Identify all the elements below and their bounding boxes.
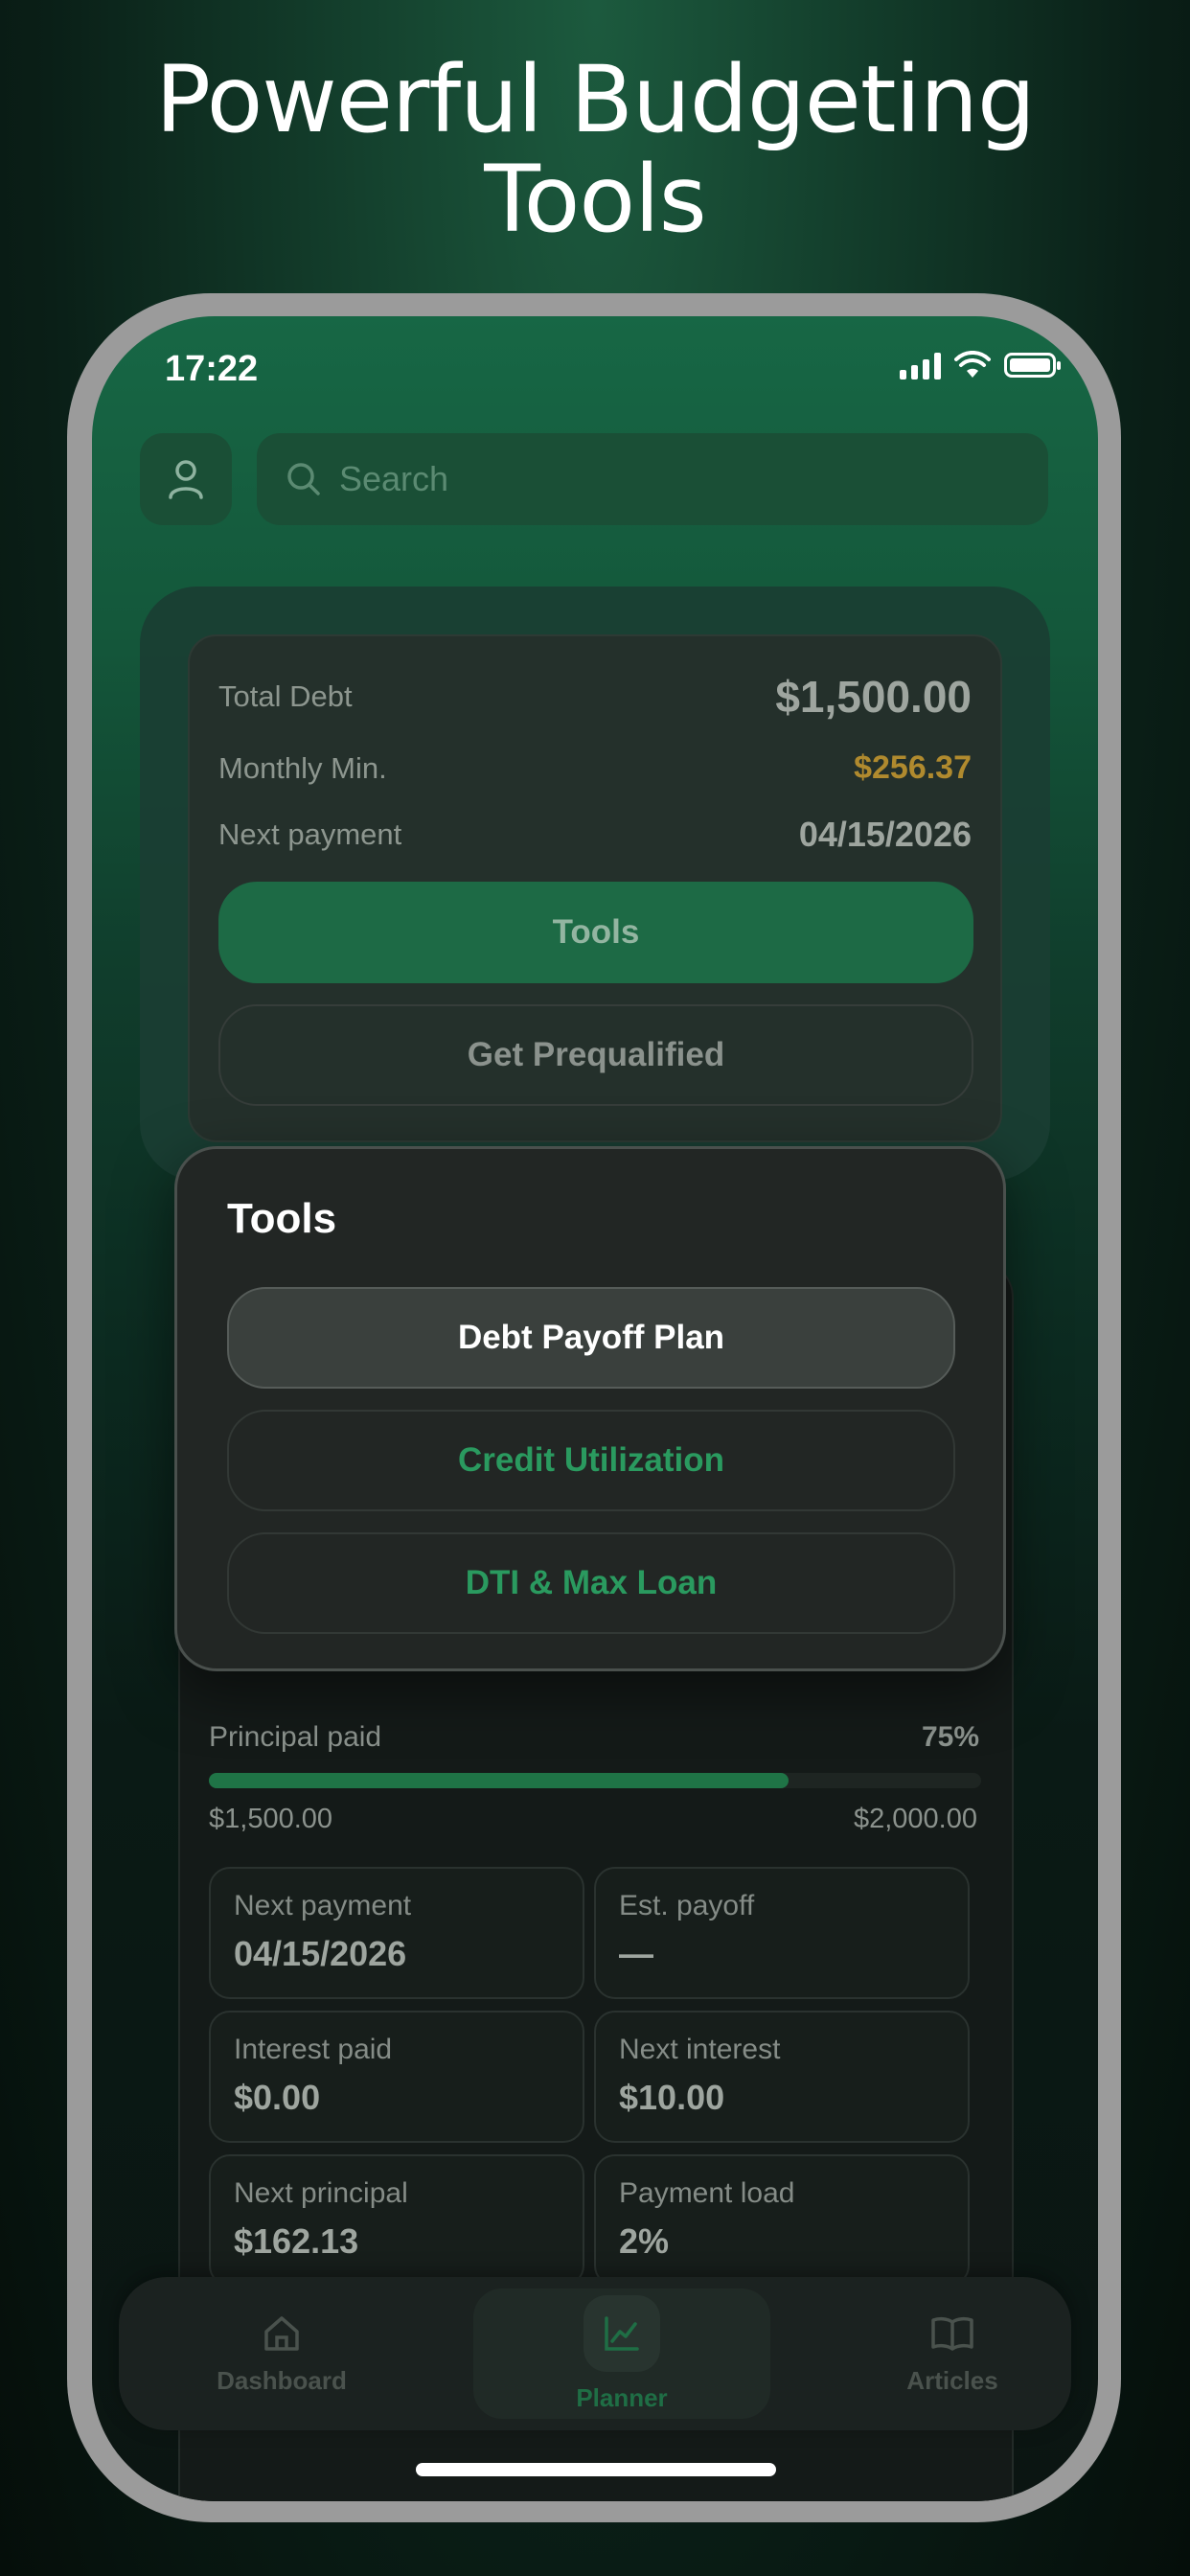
monthly-min-row: Monthly Min. $256.37 [218,749,972,787]
home-indicator[interactable] [416,2463,776,2476]
status-time: 17:22 [165,349,259,389]
tools-button[interactable]: Tools [218,882,973,983]
battery-icon [1004,353,1061,378]
total-debt-value: $1,500.00 [775,672,972,722]
stat-label: Next interest [619,2034,781,2065]
total-debt-row: Total Debt $1,500.00 [218,671,972,723]
next-payment-row: Next payment 04/15/2026 [218,815,972,855]
chart-icon [605,2315,639,2351]
stat-value: $10.00 [619,2078,725,2117]
stat-next-principal: Next principal $162.13 [209,2154,584,2287]
get-prequalified-button[interactable]: Get Prequalified [218,1004,973,1106]
progress-min-value: $1,500.00 [209,1804,333,1834]
monthly-min-value: $256.37 [854,749,972,786]
headline: Powerful Budgeting Tools [0,50,1190,249]
stat-value: 04/15/2026 [234,1934,407,1973]
search-placeholder: Search [339,459,449,498]
credit-utilization-button[interactable]: Credit Utilization [227,1410,955,1511]
debt-payoff-plan-button[interactable]: Debt Payoff Plan [227,1287,955,1389]
tab-articles[interactable]: Articles [857,2277,1048,2430]
stat-next-payment: Next payment 04/15/2026 [209,1867,584,1999]
tools-popup-title: Tools [227,1195,337,1242]
stat-value: $162.13 [234,2221,359,2261]
stat-next-interest: Next interest $10.00 [594,2011,970,2143]
principal-paid-label: Principal paid [209,1721,382,1753]
stat-est-payoff: Est. payoff — [594,1867,970,1999]
headline-line-1: Powerful Budgeting [155,46,1036,153]
monthly-min-label: Monthly Min. [218,750,387,785]
tab-planner[interactable]: Planner [473,2288,770,2419]
stat-label: Est. payoff [619,1890,755,1921]
stat-payment-load: Payment load 2% [594,2154,970,2287]
total-debt-label: Total Debt [218,679,353,713]
tab-dashboard[interactable]: Dashboard [176,2277,387,2430]
tab-label: Dashboard [217,2365,347,2395]
debt-summary-card: Total Debt $1,500.00 Monthly Min. $256.3… [188,634,1002,1142]
profile-button[interactable] [140,433,232,525]
tools-popup-menu: Tools Debt Payoff Plan Credit Utilizatio… [174,1146,1006,1671]
stat-label: Next principal [234,2177,408,2209]
planner-icon-bg [584,2294,660,2372]
stat-label: Next payment [234,1890,412,1921]
headline-line-2: Tools [484,146,706,253]
next-payment-label: Next payment [218,817,402,851]
principal-paid-percent: 75% [921,1721,979,1753]
search-icon [286,461,322,497]
stat-interest-paid: Interest paid $0.00 [209,2011,584,2143]
tab-label: Articles [906,2365,998,2395]
stat-label: Payment load [619,2177,795,2209]
principal-progress-fill [209,1773,789,1788]
search-input[interactable]: Search [257,433,1048,525]
dti-max-loan-button[interactable]: DTI & Max Loan [227,1532,955,1634]
user-icon [169,460,203,499]
stat-value: $0.00 [234,2078,321,2117]
principal-progress-bar [209,1773,981,1788]
stat-value: 2% [619,2221,670,2261]
book-icon [931,2316,973,2351]
stat-value: — [619,1934,653,1973]
phone-screen: 17:22 Search Total Debt $1,500.00 Monthl… [92,316,1098,2501]
tab-label: Planner [576,2382,668,2412]
status-icons [900,351,1061,380]
cellular-signal-icon [900,351,941,380]
next-payment-value: 04/15/2026 [798,815,972,854]
stat-label: Interest paid [234,2034,393,2065]
home-icon [264,2315,299,2351]
progress-max-value: $2,000.00 [853,1804,977,1834]
wifi-icon [954,351,991,378]
bottom-tab-bar: Dashboard Planner Articles [119,2277,1071,2430]
